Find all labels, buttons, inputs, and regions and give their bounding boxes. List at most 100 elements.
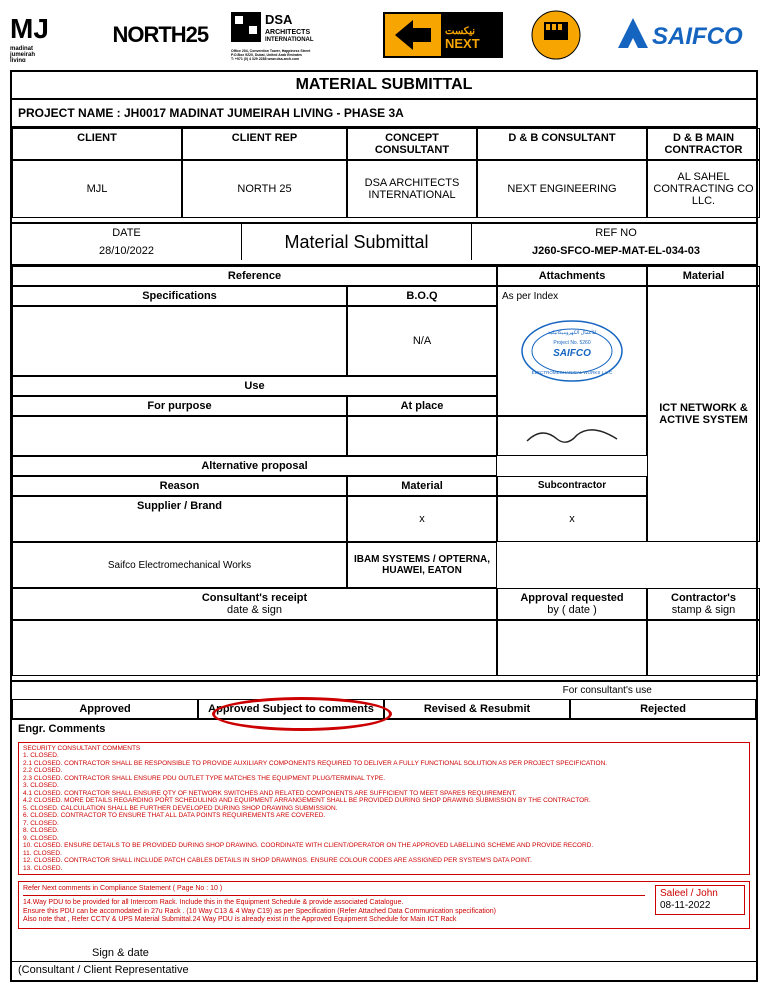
opt-approved: Approved: [12, 699, 198, 719]
spec-val: [12, 306, 347, 376]
hdr-reason: Reason: [12, 476, 347, 496]
hdr-use: Use: [12, 376, 497, 396]
logo-north25: NORTH25: [112, 22, 208, 48]
c-l13: 10. CLOSED. ENSURE DETAILS TO BE PROVIDE…: [23, 842, 745, 849]
c-l15: 12. CLOSED. CONTRACTOR SHALL INCLUDE PAT…: [23, 857, 745, 864]
c-l4: 2.3 CLOSED. CONTRACTOR SHALL ENSURE PDU …: [23, 775, 745, 782]
c-l0: SECURITY CONSULTANT COMMENTS: [23, 745, 745, 752]
attachments-cell: As per Index للأعمال الكهروميكانيكية Pro…: [497, 286, 647, 416]
sub-val: Saifco Electromechanical Works: [12, 542, 347, 588]
hdr-spec: Specifications: [12, 286, 347, 306]
forpurpose-val: [12, 416, 347, 456]
hdr-clientrep: CLIENT REP: [182, 128, 347, 160]
c-l1: 1. CLOSED.: [23, 752, 745, 759]
c-l11: 8. CLOSED.: [23, 827, 745, 834]
c-l7: 4.2 CLOSED. MORE DETAILS REGARDING PORT …: [23, 797, 745, 804]
c-l9: 6. CLOSED. CONTRACTOR TO ENSURE THAT ALL…: [23, 812, 745, 819]
opt-revised: Revised & Resubmit: [384, 699, 570, 719]
hdr-sub: Subcontractor: [497, 476, 647, 496]
contractor-hdr: Contractor's stamp & sign: [647, 588, 760, 620]
receipt-h: Consultant's receipt: [17, 592, 492, 604]
hdr-date: DATE: [12, 224, 242, 242]
hdr-attachments: Attachments: [497, 266, 647, 286]
logo-mj: MJmadinatjumeirahliving: [10, 8, 90, 62]
hdr-concept: CONCEPT CONSULTANT: [347, 128, 477, 160]
mid-title: Material Submittal: [242, 224, 472, 260]
note-2: Ensure this PDU can be accomodated in 27…: [23, 908, 645, 916]
opt-approved-stc: Approved Subject to comments: [198, 699, 384, 719]
c-l5: 3. CLOSED.: [23, 782, 745, 789]
note-3: Also note that , Refer CCTV & UPS Materi…: [23, 916, 645, 924]
svg-text:SAIFCO: SAIFCO: [553, 348, 591, 359]
c-l14: 11. CLOSED.: [23, 850, 745, 857]
hdr-boq: B.O.Q: [347, 286, 497, 306]
hdr-reference: Reference: [12, 266, 497, 286]
doc-title: MATERIAL SUBMITTAL: [12, 72, 756, 100]
project-name: PROJECT NAME : JH0017 MADINAT JUMEIRAH L…: [12, 100, 756, 128]
svg-text:T: +971 (0) 4 329 2288 www: T: +971 (0) 4 329 2288 www.dsa-arch.com: [231, 57, 299, 61]
logo-bar: MJmadinatjumeirahliving NORTH25 DSAARCHI…: [10, 0, 758, 70]
c-l2: 2.1 CLOSED. CONTRACTOR SHALL BE RESPONSI…: [23, 760, 745, 767]
contractor-h: Contractor's: [652, 592, 755, 604]
rep-label: (Consultant / Client Representative: [12, 961, 756, 980]
val-concept: DSA ARCHITECTS INTERNATIONAL: [347, 160, 477, 218]
receipt-sub: date & sign: [17, 604, 492, 616]
val-db: NEXT ENGINEERING: [477, 160, 647, 218]
svg-text:INTERNATIONAL: INTERNATIONAL: [265, 37, 314, 43]
svg-text:SAIFCO: SAIFCO: [652, 23, 743, 50]
logo-dsa: DSAARCHITECTSINTERNATIONALOffice 204, Co…: [231, 8, 361, 62]
notes-box: Refer Next comments in Compliance Statem…: [18, 881, 750, 929]
c-l8: 5. CLOSED. CALCULATION SHALL BE FURTHER …: [23, 805, 745, 812]
signer-date: 08-11-2022: [660, 900, 740, 912]
hdr-supplier: Supplier / Brand: [12, 496, 347, 542]
note-0: Refer Next comments in Compliance Statem…: [23, 885, 645, 896]
val-ref: J260-SFCO-MEP-MAT-EL-034-03: [472, 242, 760, 260]
svg-text:NEXT: NEXT: [445, 36, 480, 51]
hdr-alt: Alternative proposal: [12, 456, 497, 476]
hdr-material: Material: [647, 266, 760, 286]
approval-sub: by ( date ): [502, 604, 642, 616]
hdr-atplace: At place: [347, 396, 497, 416]
c-l10: 7. CLOSED.: [23, 820, 745, 827]
receipt-hdr: Consultant's receipt date & sign: [12, 588, 497, 620]
receipt-box: [12, 620, 497, 676]
comments-box: SECURITY CONSULTANT COMMENTS 1. CLOSED. …: [18, 742, 750, 875]
contractor-sub: stamp & sign: [652, 604, 755, 616]
val-date: 28/10/2022: [12, 242, 242, 260]
approval-h: Approval requested: [502, 592, 642, 604]
stamp-icon: للأعمال الكهروميكانيكية Project No. 5260…: [517, 316, 627, 386]
hdr-mat: Material: [347, 476, 497, 496]
mat-val: x: [497, 496, 647, 542]
signer-box: Saleel / John 08-11-2022: [655, 885, 745, 915]
logo-saifco: SAIFCO: [608, 8, 758, 62]
val-client: MJL: [12, 160, 182, 218]
logo-seal: [526, 8, 586, 62]
opt-rejected: Rejected: [570, 699, 756, 719]
supplier-val: IBAM SYSTEMS / OPTERNA, HUAWEI, EATON: [347, 542, 497, 588]
reason-val: x: [347, 496, 497, 542]
logo-next: نيكستNEXT: [383, 8, 503, 62]
val-clientrep: NORTH 25: [182, 160, 347, 218]
hdr-db: D & B CONSULTANT: [477, 128, 647, 160]
svg-text:للأعمال الكهروميكانيكية: للأعمال الكهروميكانيكية: [548, 328, 597, 336]
atplace-val: [347, 416, 497, 456]
c-l6: 4.1 CLOSED. CONTRACTOR SHALL ENSURE QTY …: [23, 790, 745, 797]
sign-date-label: Sign & date: [12, 945, 756, 961]
boq-val: N/A: [347, 306, 497, 376]
signer-name: Saleel / John: [660, 888, 740, 900]
svg-text:living: living: [10, 58, 26, 62]
material-value: ICT NETWORK & ACTIVE SYSTEM: [647, 286, 760, 542]
signature-area: [497, 416, 647, 456]
c-l12: 9. CLOSED.: [23, 835, 745, 842]
contractor-box: [647, 620, 760, 676]
hdr-ref: REF NO: [472, 224, 760, 242]
val-dbmain: AL SAHEL CONTRACTING CO LLC.: [647, 160, 760, 218]
hdr-client: CLIENT: [12, 128, 182, 160]
svg-text:ARCHITECTS: ARCHITECTS: [265, 29, 310, 36]
svg-text:ELECTROMECHANICAL WORKS L.L.C: ELECTROMECHANICAL WORKS L.L.C: [532, 370, 614, 375]
c-l3: 2.2 CLOSED.: [23, 767, 745, 774]
svg-text:MJ: MJ: [10, 13, 49, 44]
approval-hdr: Approval requested by ( date ): [497, 588, 647, 620]
hdr-dbmain: D & B MAIN CONTRACTOR: [647, 128, 760, 160]
hdr-forpurpose: For purpose: [12, 396, 347, 416]
